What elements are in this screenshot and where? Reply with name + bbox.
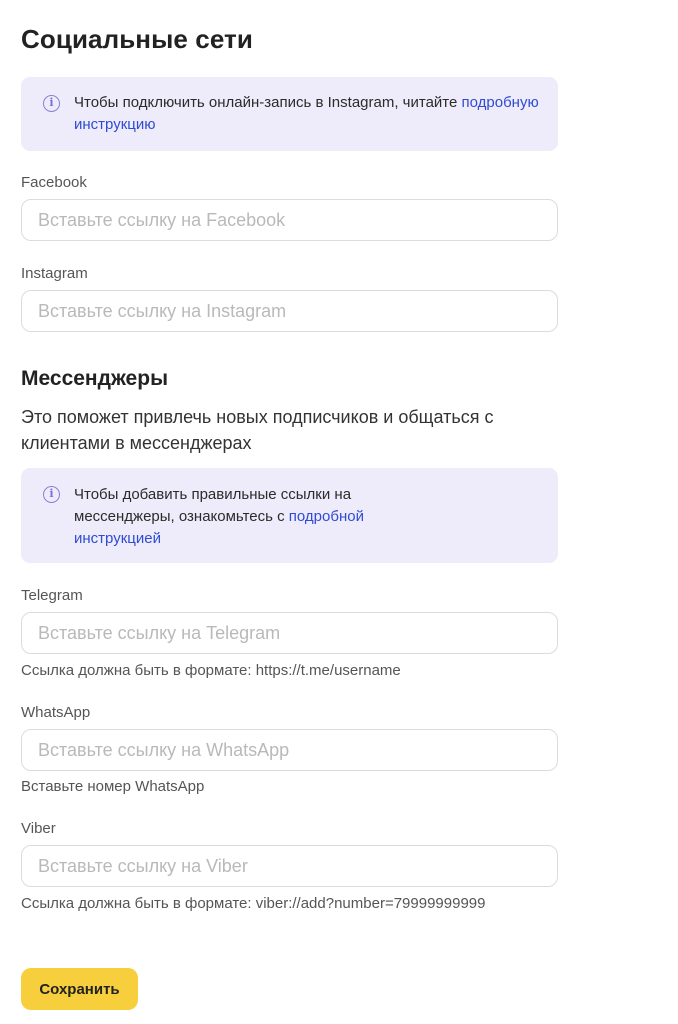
telegram-hint: Ссылка должна быть в формате: https://t.… xyxy=(21,662,401,679)
save-button[interactable]: Сохранить xyxy=(21,968,138,1010)
whatsapp-hint: Вставьте номер WhatsApp xyxy=(21,778,205,795)
viber-label: Viber xyxy=(21,820,56,837)
facebook-label: Facebook xyxy=(21,174,87,191)
instagram-info-note: i Чтобы подключить онлайн-запись в Insta… xyxy=(21,77,558,151)
telegram-label: Telegram xyxy=(21,587,83,604)
viber-input[interactable] xyxy=(21,845,558,887)
whatsapp-input[interactable] xyxy=(21,729,558,771)
messengers-title: Мессенджеры xyxy=(21,367,168,390)
instagram-label: Instagram xyxy=(21,265,88,282)
telegram-input[interactable] xyxy=(21,612,558,654)
page-title: Социальные сети xyxy=(21,24,253,54)
messengers-description: Это поможет привлечь новых подписчиков и… xyxy=(21,407,494,453)
facebook-input[interactable] xyxy=(21,199,558,241)
viber-hint: Ссылка должна быть в формате: viber://ad… xyxy=(21,895,486,912)
note-text: Чтобы подключить онлайн-запись в Instagr… xyxy=(74,94,462,111)
whatsapp-label: WhatsApp xyxy=(21,704,91,721)
instagram-input[interactable] xyxy=(21,290,558,332)
info-icon: i xyxy=(43,486,60,503)
info-icon: i xyxy=(43,95,60,112)
messengers-info-note: i Чтобы добавить правильные ссылки на ме… xyxy=(21,468,558,563)
